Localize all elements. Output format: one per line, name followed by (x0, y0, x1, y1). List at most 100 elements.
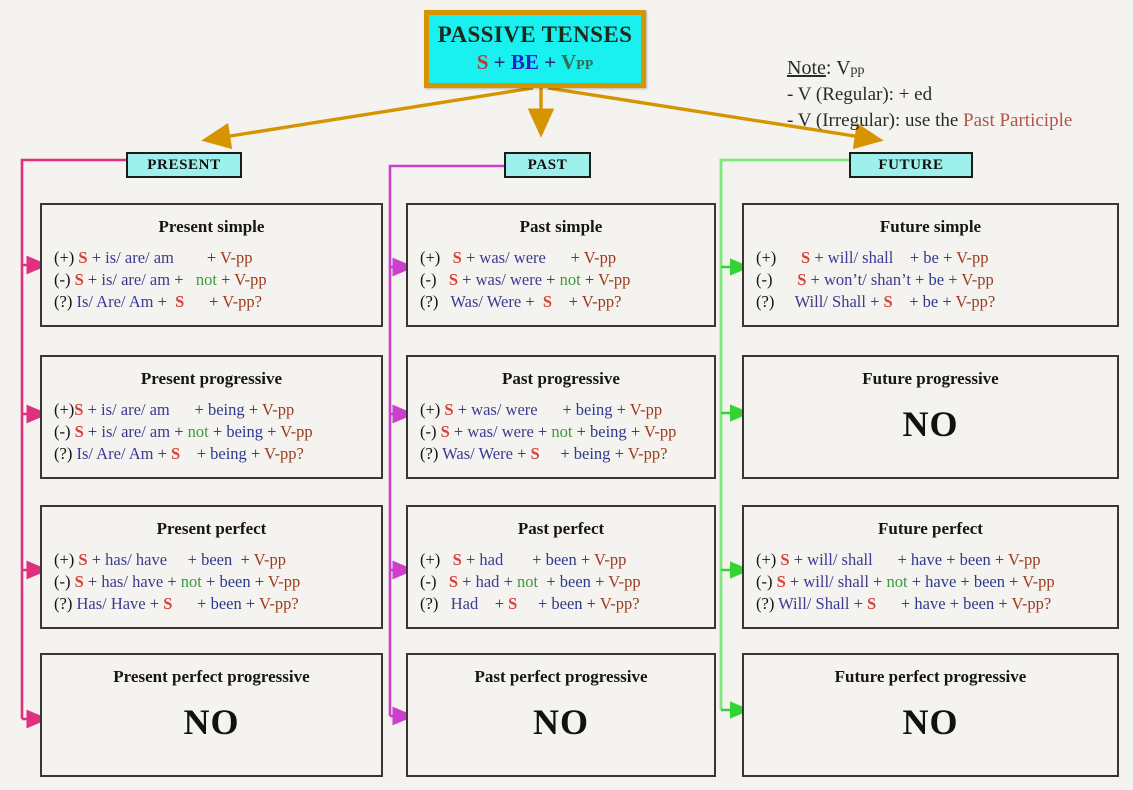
formula-token: + (876, 593, 915, 613)
formula-verb: V (560, 49, 577, 74)
formula-token: + (626, 421, 644, 441)
formula-token: V-pp (253, 550, 287, 569)
formula-token: be (928, 269, 945, 289)
tense-card-formulas: (+) S + will/ shall + be + V-pp (-) S + w… (744, 247, 1117, 312)
formula-token: V-pp (956, 248, 989, 267)
formula-token: will/ shall (827, 248, 894, 267)
note-vpp-sub: pp (850, 63, 865, 78)
formula-row: (-) S + was/ were + not + V-pp (420, 269, 714, 291)
formula-token: + (537, 400, 576, 419)
formula-row: (?) Will/ Shall + S + have + been + V-pp… (756, 593, 1117, 615)
formula-token: was/ were (479, 248, 546, 267)
formula-token: + (145, 593, 164, 613)
formula-token: S (74, 421, 84, 441)
formula-token: + (244, 400, 262, 419)
formula-token: will/ shall (807, 550, 873, 569)
formula-token: + (180, 443, 211, 463)
column-header-past[interactable]: PAST (504, 152, 591, 178)
formula-token: (-) (756, 571, 777, 591)
tense-card-title: Past simple (519, 217, 603, 236)
tense-card-present-perfect: Present perfect (+) S + has/ have + been … (40, 505, 383, 629)
formula-plus-2: + (538, 49, 561, 74)
formula-token: S (448, 269, 459, 289)
formula-token: (?) (756, 593, 779, 613)
formula-token: + (590, 571, 609, 591)
formula-row: (+) S + will/ shall + have + been + V-pp (756, 549, 1117, 571)
formula-row: (+) S + is/ are/ am + V-pp (54, 247, 381, 269)
formula-token: + (184, 291, 223, 311)
formula-token: S (452, 550, 462, 569)
formula-token: Is/ Are/ Am (76, 291, 154, 311)
formula-token: S (530, 443, 540, 463)
tense-card-formulas: (+) S + is/ are/ am + V-pp (-) S + is/ ar… (42, 247, 381, 312)
formula-token: not (517, 571, 539, 591)
formula-token: + (539, 443, 574, 463)
formula-token: S (74, 571, 84, 591)
note-irregular-text: - V (Irregular): use the (787, 109, 964, 131)
diagram-canvas: PASSIVE TENSES S + BE + VPP Note: Vpp - … (0, 0, 1133, 790)
formula-token: (?) (54, 443, 77, 463)
formula-token: S (508, 593, 518, 613)
formula-token: (+) (420, 248, 453, 267)
formula-token: V-pp (234, 269, 267, 289)
formula-token: + (868, 571, 887, 591)
formula-token: + (458, 269, 476, 289)
formula-token: V-pp? (581, 291, 622, 311)
formula-token: S (440, 421, 450, 441)
formula-token: (?) (54, 291, 77, 311)
column-header-present[interactable]: PRESENT (126, 152, 242, 178)
formula-token: (+) (756, 248, 802, 267)
tense-card-present-perfect-progressive: Present perfect progressive NO (40, 653, 383, 777)
formula-token: (-) (756, 269, 798, 289)
formula-token: (+) (54, 248, 79, 267)
formula-token: have (925, 571, 957, 591)
formula-row: (-) S + was/ were + not + being + V-pp (420, 421, 714, 443)
formula-token: + (907, 571, 926, 591)
tense-card-present-simple: Present simple (+) S + is/ are/ am + V-pp… (40, 203, 383, 327)
formula-token: will/ shall (803, 571, 869, 591)
formula-token: + (83, 269, 102, 289)
formula-token: + (512, 443, 531, 463)
tense-card-present-progressive: Present progressive (+)S + is/ are/ am + … (40, 355, 383, 479)
formula-token: is/ are/ am (105, 248, 174, 267)
formula-token: (+) (54, 400, 75, 419)
formula-token: + (87, 550, 106, 569)
formula-token: Was/ Were (450, 291, 522, 311)
tense-card-no-label: NO (183, 702, 240, 742)
formula-token: S (452, 248, 462, 267)
tense-card-formulas: (+)S + is/ are/ am + being + V-pp (-) S +… (42, 399, 381, 464)
formula-token: + (576, 550, 594, 569)
formula-token: + (942, 550, 960, 569)
column-header-future[interactable]: FUTURE (849, 152, 973, 178)
formula-token: had (475, 571, 500, 591)
formula-token: is/ are/ am (101, 400, 170, 419)
formula-row: (?) Was/ Were + S + V-pp? (420, 291, 714, 313)
formula-token: S (163, 593, 173, 613)
formula-token: been (551, 593, 583, 613)
formula-token: + (872, 550, 911, 569)
formula-row: (+) S + has/ have + been + V-pp (54, 549, 381, 571)
formula-token: have (914, 593, 946, 613)
formula-token: + (208, 421, 227, 441)
formula-token: + (201, 571, 220, 591)
formula-token: + (580, 269, 598, 289)
formula-token: + (552, 291, 582, 311)
formula-token: (?) (420, 291, 451, 311)
formula-token: been (219, 571, 251, 591)
tense-card-future-simple: Future simple (+) S + will/ shall + be + … (742, 203, 1119, 327)
formula-token: (?) (756, 291, 795, 311)
formula-token: Will/ Shall (778, 593, 850, 613)
formula-token: + (945, 593, 964, 613)
formula-verb-sub: PP (576, 57, 594, 73)
formula-subject: S (476, 49, 489, 74)
formula-token: (-) (54, 571, 75, 591)
formula-token: + (461, 550, 480, 569)
formula-token: Has/ Have (76, 593, 146, 613)
tense-card-title: Future progressive (862, 369, 999, 388)
formula-token: V-pp (593, 550, 627, 569)
formula-token: V-pp? (222, 291, 262, 311)
formula-row: (?) Has/ Have + S + been + V-pp? (54, 593, 381, 615)
tense-card-title: Present perfect progressive (113, 667, 310, 686)
formula-token: is/ are/ am (101, 421, 171, 441)
note-past-participle: Past Participle (963, 109, 1073, 131)
